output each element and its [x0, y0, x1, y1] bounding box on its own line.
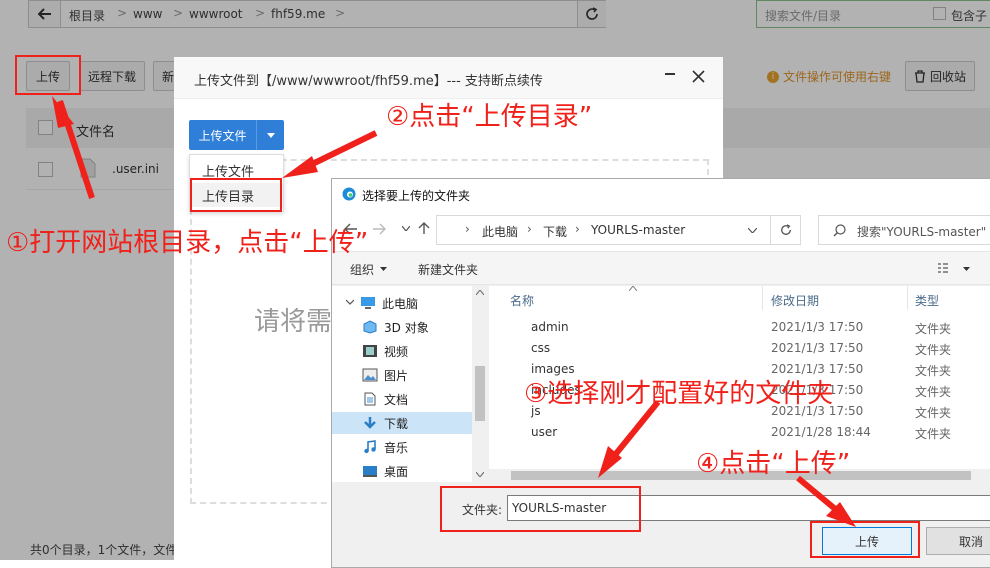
arrowhead-step2: [282, 156, 318, 178]
annotation-step1: ①打开网站根目录，点击“上传”: [6, 228, 369, 258]
annotation-step2: ②点击“上传目录”: [386, 102, 593, 132]
annotation-step4: ④点击“上传”: [696, 449, 851, 479]
annotation-step3: ③选择刚才配置好的文件夹: [524, 379, 834, 409]
